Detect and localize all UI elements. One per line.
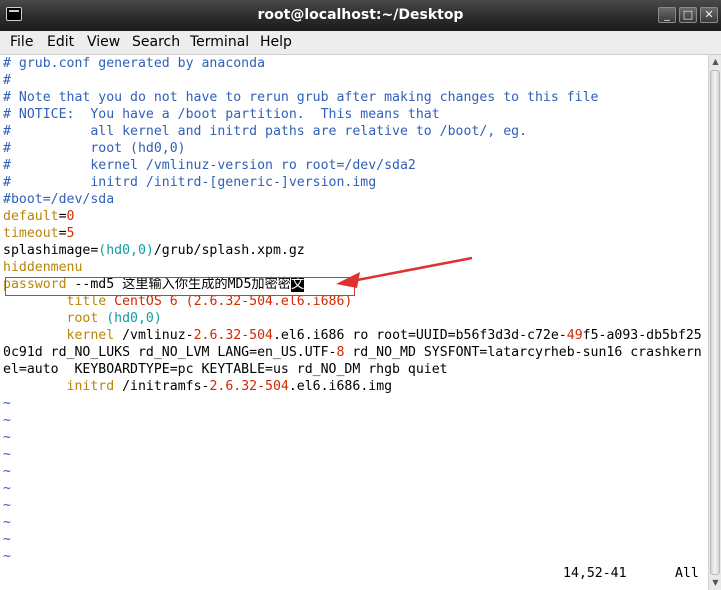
line-segment: 2.6.32-504 [209, 379, 289, 394]
line-segment: el=auto KEYBOARDTYPE=pc KEYTABLE=us rd_N… [3, 362, 448, 377]
line-segment: hiddenmenu [3, 260, 83, 275]
terminal-line: # [3, 72, 11, 89]
line-segment: # all kernel and initrd paths are relati… [3, 124, 528, 139]
menu-file[interactable]: File [10, 34, 33, 50]
highlight-box [5, 277, 355, 296]
menu-view[interactable]: View [87, 34, 120, 50]
line-segment: 0 [66, 209, 75, 224]
scroll-scope: All [675, 566, 699, 581]
line-segment: # root (hd0,0) [3, 141, 186, 156]
line-segment: (hd0,0) [98, 243, 154, 258]
terminal-line: # root (hd0,0) [3, 140, 186, 157]
terminal-line: kernel /vmlinuz-2.6.32-504.el6.i686 ro r… [3, 327, 702, 344]
scroll-down-arrow-icon[interactable]: ▼ [710, 576, 721, 590]
menu-search[interactable]: Search [132, 34, 180, 50]
line-segment: rd_NO_MD SYSFONT=latarcyrheb-sun16 crash… [344, 345, 702, 360]
terminal-line: hiddenmenu [3, 259, 82, 276]
terminal-line: # initrd /initrd-[generic-]version.img [3, 174, 376, 191]
terminal-text-area[interactable]: # grub.conf generated by anaconda # # Note… [0, 55, 708, 590]
vertical-scrollbar[interactable]: ▲ ▼ [708, 55, 721, 590]
cursor-position: 14,52-41 [563, 566, 627, 581]
terminal-line: # grub.conf generated by anaconda [3, 55, 265, 72]
terminal-line: #boot=/dev/sda [3, 191, 114, 208]
terminal-line: default=0 [3, 208, 74, 225]
empty-line-tilde: ~ [3, 464, 11, 479]
line-segment: 5 [66, 226, 75, 241]
terminal-line: el=auto KEYBOARDTYPE=pc KEYTABLE=us rd_N… [3, 361, 448, 378]
terminal-line: initrd /initramfs-2.6.32-504.el6.i686.im… [3, 378, 393, 395]
menu-bar: File Edit View Search Terminal Help [0, 31, 721, 55]
line-segment: # NOTICE: You have a /boot partition. Th… [3, 107, 440, 122]
line-segment: kernel [66, 328, 115, 343]
line-segment: # initrd /initrd-[generic-]version.img [3, 175, 377, 190]
line-segment: .el6.i686.img [288, 379, 393, 394]
annotation-arrow-icon [336, 256, 473, 288]
close-button[interactable]: ✕ [700, 7, 718, 23]
line-segment: 2.6.32-504 [193, 328, 273, 343]
line-segment: default [3, 209, 59, 224]
empty-line-tilde: ~ [3, 430, 11, 445]
empty-line-tilde: ~ [3, 515, 11, 530]
line-segment: initrd [66, 379, 115, 394]
title-bar: root@localhost:~/Desktop _ □ ✕ [0, 0, 721, 31]
line-segment: 0c91d rd_NO_LUKS rd_NO_LVM LANG=en_US.UT… [3, 345, 337, 360]
minimize-button[interactable]: _ [658, 7, 676, 23]
terminal-line: # all kernel and initrd paths are relati… [3, 123, 527, 140]
empty-line-tilde: ~ [3, 532, 11, 547]
line-segment: (hd0,0) [98, 311, 162, 326]
terminal-line: root (hd0,0) [3, 310, 162, 327]
line-segment: 49 [566, 328, 583, 343]
line-segment: CentOS 6 (2.6.32-504.el6.i686) [106, 294, 353, 309]
empty-line-tilde: ~ [3, 498, 11, 513]
line-segment: /initramfs- [114, 379, 210, 394]
empty-line-tilde: ~ [3, 447, 11, 462]
line-segment: # grub.conf generated by anaconda [3, 56, 266, 71]
line-segment [3, 311, 67, 326]
line-segment: # [3, 73, 11, 88]
line-segment [3, 294, 67, 309]
line-segment: /grub/splash.xpm.gz [153, 243, 305, 258]
line-segment: # kernel /vmlinuz-version ro root=/dev/s… [3, 158, 416, 173]
terminal-line: # kernel /vmlinuz-version ro root=/dev/s… [3, 157, 416, 174]
line-segment: root [66, 311, 99, 326]
terminal-line: # NOTICE: You have a /boot partition. Th… [3, 106, 440, 123]
line-segment: title [66, 294, 107, 309]
line-segment [3, 328, 67, 343]
empty-line-tilde: ~ [3, 549, 11, 564]
scrollbar-thumb[interactable] [710, 70, 720, 575]
menu-edit[interactable]: Edit [47, 34, 74, 50]
line-segment: timeout [3, 226, 59, 241]
empty-line-tilde: ~ [3, 413, 11, 428]
scroll-up-arrow-icon[interactable]: ▲ [710, 55, 721, 69]
menu-help[interactable]: Help [260, 34, 292, 50]
line-segment: f5-a093-db5bf25 [582, 328, 702, 343]
terminal-line: splashimage=(hd0,0)/grub/splash.xpm.gz [3, 242, 305, 259]
maximize-button[interactable]: □ [679, 7, 697, 23]
menu-terminal[interactable]: Terminal [190, 34, 249, 50]
terminal-line: timeout=5 [3, 225, 74, 242]
line-segment: = [58, 209, 67, 224]
terminal-line: 0c91d rd_NO_LUKS rd_NO_LVM LANG=en_US.UT… [3, 344, 702, 361]
line-segment: #boot=/dev/sda [3, 192, 115, 207]
line-segment: # Note that you do not have to rerun gru… [3, 90, 599, 105]
line-segment: .el6.i686 ro root=UUID=b56f3d3d-c72e- [272, 328, 567, 343]
empty-line-tilde: ~ [3, 396, 11, 411]
empty-line-tilde: ~ [3, 481, 11, 496]
window-title: root@localhost:~/Desktop [257, 7, 464, 23]
line-segment [3, 379, 67, 394]
line-segment: = [58, 226, 67, 241]
terminal-line: # Note that you do not have to rerun gru… [3, 89, 598, 106]
line-segment: splashimage= [3, 243, 99, 258]
line-segment: /vmlinuz- [114, 328, 194, 343]
